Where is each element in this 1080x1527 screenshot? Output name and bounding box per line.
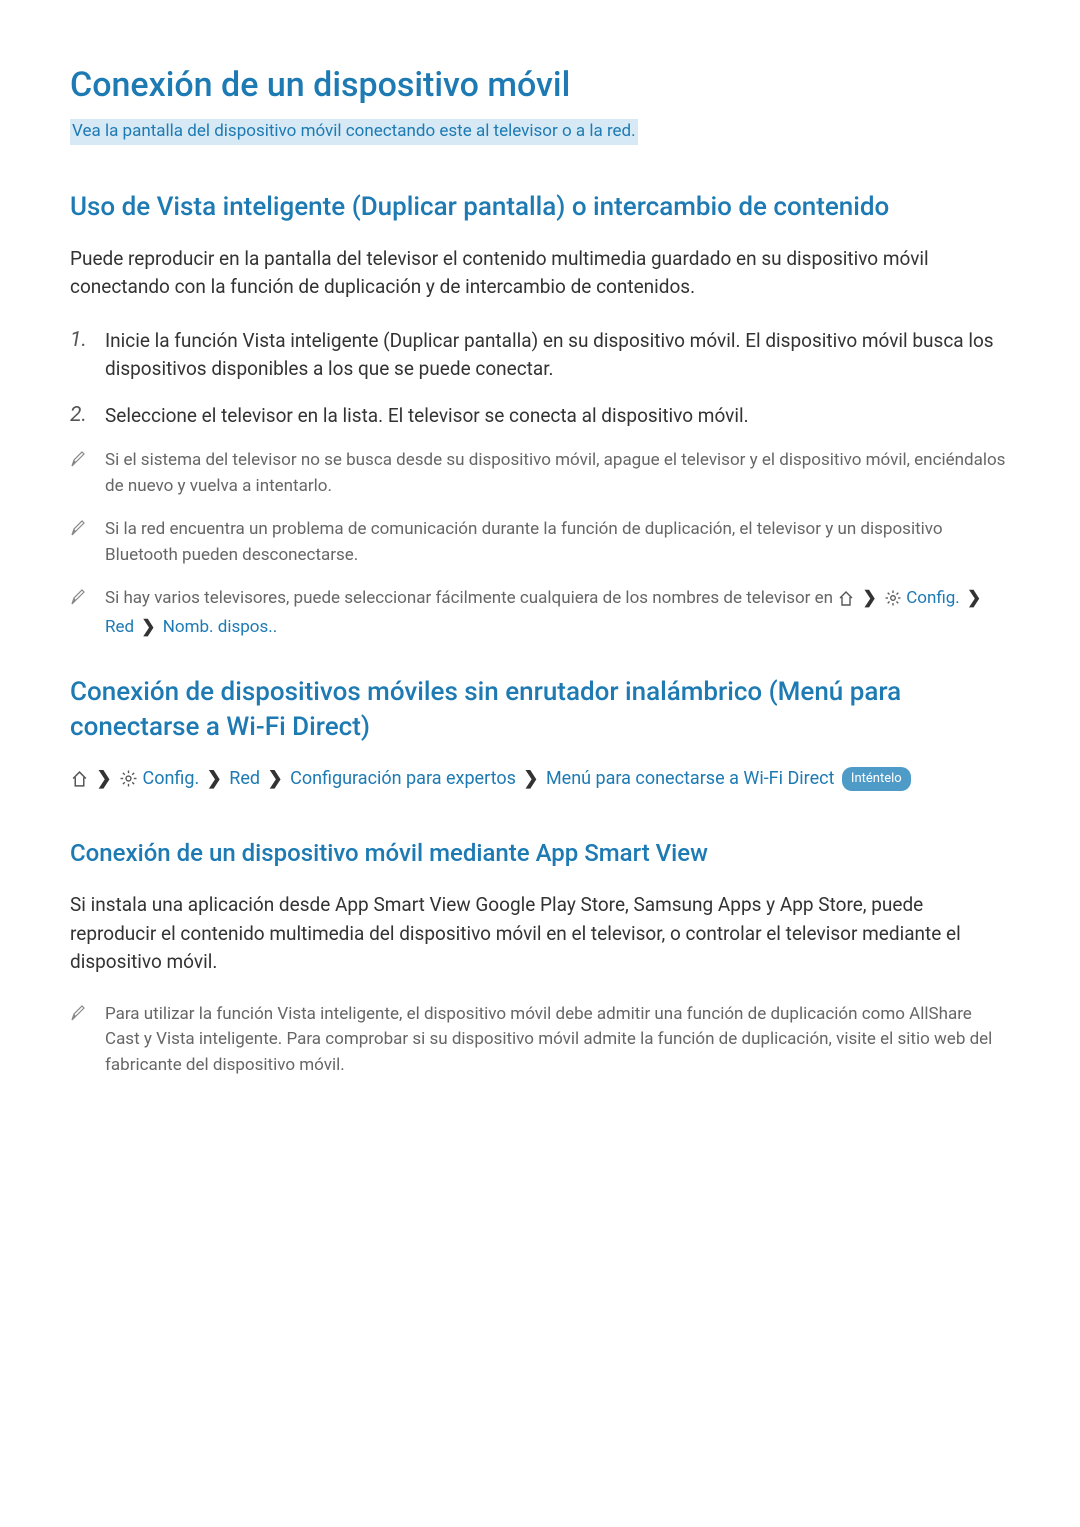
gear-icon: [885, 589, 901, 615]
note-item: Si la red encuentra un problema de comun…: [70, 517, 1010, 568]
note-text: Si hay varios televisores, puede selecci…: [105, 588, 837, 608]
breadcrumb-config[interactable]: Config.: [143, 768, 200, 789]
pencil-icon: [70, 450, 86, 468]
home-icon: [838, 589, 854, 615]
step-item: Inicie la función Vista inteligente (Dup…: [70, 327, 1010, 384]
breadcrumb-config[interactable]: Config.: [906, 588, 960, 608]
breadcrumb-expertos[interactable]: Configuración para expertos: [290, 768, 516, 789]
pencil-icon: [70, 519, 86, 537]
chevron-right-icon: ❯: [268, 768, 283, 789]
chevron-right-icon: ❯: [141, 617, 155, 637]
gear-icon: [120, 768, 137, 795]
breadcrumb-nomb-dispos[interactable]: Nomb. dispos..: [163, 617, 277, 637]
section-heading-smartview-app: Conexión de un dispositivo móvil mediant…: [70, 835, 1010, 871]
chevron-right-icon: ❯: [863, 588, 877, 608]
chevron-right-icon: ❯: [207, 768, 222, 789]
chevron-right-icon: ❯: [96, 768, 111, 789]
note-item: Si hay varios televisores, puede selecci…: [70, 586, 1010, 640]
note-text: Si la red encuentra un problema de comun…: [105, 519, 943, 565]
note-text: Para utilizar la función Vista inteligen…: [105, 1004, 992, 1075]
breadcrumb: ❯ Config. ❯ Red ❯ Configuración para exp…: [70, 765, 1010, 795]
breadcrumb-red[interactable]: Red: [105, 617, 134, 637]
note-item: Para utilizar la función Vista inteligen…: [70, 1002, 1010, 1079]
note-item: Si el sistema del televisor no se busca …: [70, 448, 1010, 499]
breadcrumb-wifi-direct[interactable]: Menú para conectarse a Wi-Fi Direct: [546, 768, 835, 789]
note-text: Si el sistema del televisor no se busca …: [105, 450, 1005, 496]
section-heading-smartview: Uso de Vista inteligente (Duplicar panta…: [70, 190, 1010, 225]
try-it-badge[interactable]: Inténtelo: [842, 767, 911, 791]
section-intro: Si instala una aplicación desde App Smar…: [70, 891, 1010, 977]
section-heading-wifi-direct: Conexión de dispositivos móviles sin enr…: [70, 675, 1010, 745]
chevron-right-icon: ❯: [967, 588, 981, 608]
section-intro: Puede reproducir en la pantalla del tele…: [70, 245, 1010, 302]
steps-list: Inicie la función Vista inteligente (Dup…: [70, 327, 1010, 431]
home-icon: [71, 768, 88, 795]
step-item: Seleccione el televisor en la lista. El …: [70, 402, 1010, 431]
chevron-right-icon: ❯: [523, 768, 538, 789]
pencil-icon: [70, 1004, 86, 1022]
pencil-icon: [70, 588, 86, 606]
page-subtitle: Vea la pantalla del dispositivo móvil co…: [70, 119, 638, 145]
breadcrumb-red[interactable]: Red: [229, 768, 260, 789]
page-title: Conexión de un dispositivo móvil: [70, 60, 1010, 111]
